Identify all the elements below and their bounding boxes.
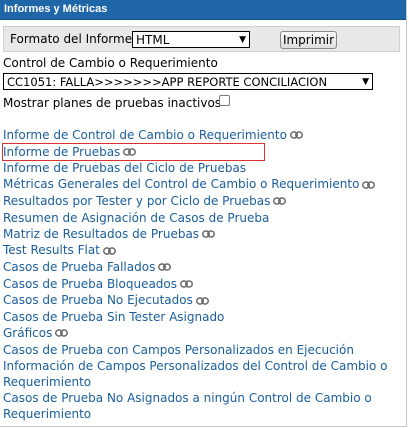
chain-link-icon[interactable] — [102, 243, 116, 259]
print-button[interactable]: Imprimir — [280, 31, 337, 49]
report-link-label: Informe de Pruebas del Ciclo de Pruebas — [3, 161, 247, 176]
chain-link-icon[interactable] — [55, 325, 69, 341]
report-link-label: Información de Campos Personalizados del… — [3, 358, 388, 389]
report-link-label: Resumen de Asignación de Casos de Prueba — [3, 210, 270, 225]
format-select-value: HTML — [136, 33, 170, 47]
report-link-label: Matriz de Resultados de Pruebas — [3, 226, 200, 241]
reports-panel: Informes y Métricas Formato del Informe … — [0, 0, 407, 427]
report-link-label: Resultados por Tester y por Ciclo de Pru… — [3, 193, 271, 208]
report-link[interactable]: Gráficos — [3, 325, 403, 342]
chevron-down-icon: ▼ — [239, 35, 246, 45]
requirement-select[interactable]: CC1051: FALLA>>>>>>>APP REPORTE CONCILIA… — [3, 73, 373, 90]
requirement-select-value: CC1051: FALLA>>>>>>>APP REPORTE CONCILIA… — [7, 75, 328, 89]
report-link-label: Casos de Prueba No Ejecutados — [3, 293, 193, 308]
chain-link-icon[interactable] — [123, 144, 137, 160]
report-link[interactable]: Métricas Generales del Control de Cambio… — [3, 176, 403, 193]
chain-link-icon[interactable] — [289, 127, 303, 143]
chain-link-icon[interactable] — [273, 193, 287, 209]
report-link[interactable]: Matriz de Resultados de Pruebas — [3, 226, 403, 243]
report-link[interactable]: Casos de Prueba con Campos Personalizado… — [3, 342, 403, 358]
report-link[interactable]: Casos de Prueba No Ejecutados — [3, 292, 403, 309]
report-link[interactable]: Informe de Pruebas del Ciclo de Pruebas — [3, 160, 403, 176]
report-links-list: Informe de Control de Cambio o Requerimi… — [2, 127, 403, 423]
report-link[interactable]: Casos de Prueba Bloqueados — [3, 276, 403, 293]
chain-link-icon[interactable] — [202, 226, 216, 242]
report-link[interactable]: Informe de Control de Cambio o Requerimi… — [3, 127, 403, 144]
report-link[interactable]: Test Results Flat — [3, 242, 403, 259]
requirement-label: Control de Cambio o Requerimiento — [3, 56, 218, 70]
report-link-label: Casos de Prueba Bloqueados — [3, 276, 178, 291]
report-link-label: Gráficos — [3, 325, 53, 340]
report-link-label: Casos de Prueba Fallados — [3, 259, 156, 274]
report-link[interactable]: Resultados por Tester y por Ciclo de Pru… — [3, 193, 403, 210]
report-link[interactable]: Casos de Prueba No Asignados a ningún Co… — [3, 390, 403, 422]
report-link[interactable]: Resumen de Asignación de Casos de Prueba — [3, 210, 403, 226]
report-link-label: Informe de Pruebas — [3, 144, 121, 159]
report-link[interactable]: Informe de Pruebas — [2, 142, 265, 162]
report-link[interactable]: Casos de Prueba Sin Tester Asignado — [3, 309, 403, 325]
chain-link-icon[interactable] — [158, 259, 172, 275]
report-format-bar: Formato del Informe HTML ▼ Imprimir — [3, 26, 400, 52]
report-link-label: Casos de Prueba Sin Tester Asignado — [3, 309, 225, 324]
panel-title: Informes y Métricas — [0, 0, 406, 20]
inactive-plans-checkbox[interactable] — [219, 95, 230, 106]
chain-link-icon[interactable] — [195, 293, 209, 309]
chain-link-icon[interactable] — [362, 177, 376, 193]
report-link-label: Test Results Flat — [3, 243, 100, 258]
chevron-down-icon: ▼ — [362, 77, 369, 87]
report-link[interactable]: Casos de Prueba Fallados — [3, 259, 403, 276]
report-link-label: Métricas Generales del Control de Cambio… — [3, 177, 360, 192]
report-link-label: Informe de Control de Cambio o Requerimi… — [3, 128, 287, 142]
report-link-label: Casos de Prueba No Asignados a ningún Co… — [3, 391, 372, 422]
format-label: Formato del Informe — [10, 32, 133, 46]
report-link[interactable]: Información de Campos Personalizados del… — [3, 358, 403, 390]
chain-link-icon[interactable] — [180, 276, 194, 292]
report-link-label: Casos de Prueba con Campos Personalizado… — [3, 342, 354, 357]
inactive-plans-label: Mostrar planes de pruebas inactivos — [3, 96, 222, 110]
format-select[interactable]: HTML ▼ — [132, 31, 250, 48]
